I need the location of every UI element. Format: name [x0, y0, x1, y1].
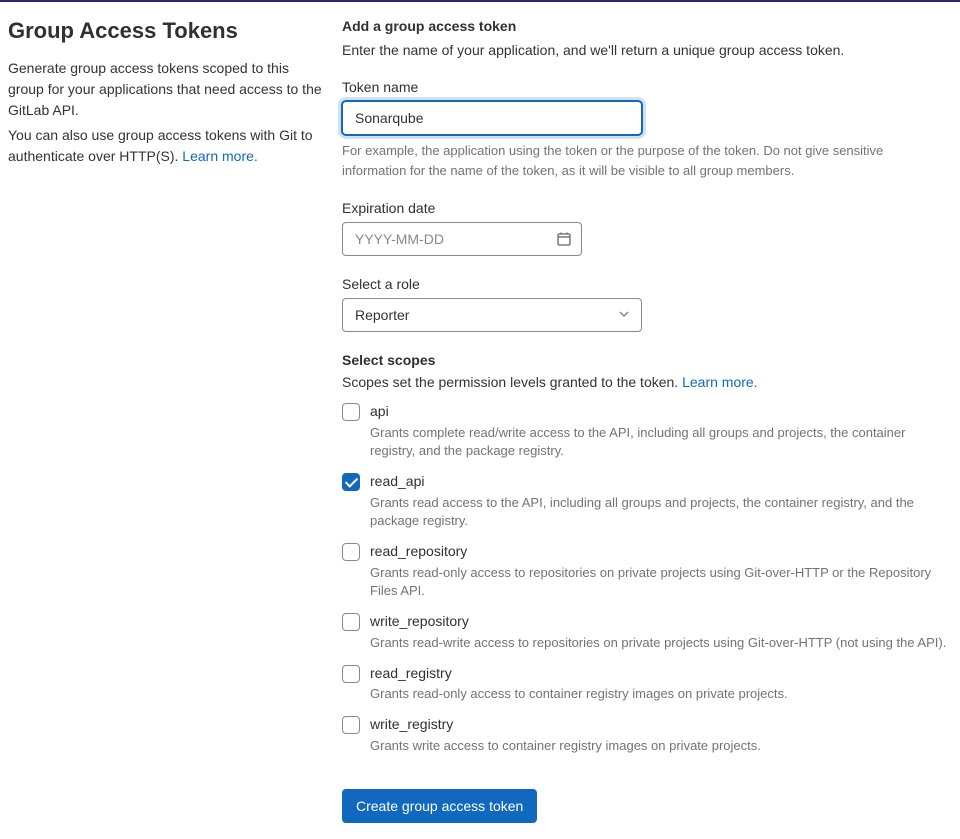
create-token-button[interactable]: Create group access token [342, 789, 537, 823]
scope-desc-read_repository: Grants read-only access to repositories … [370, 564, 948, 600]
scope-desc-write_registry: Grants write access to container registr… [370, 737, 948, 755]
token-name-label: Token name [342, 79, 948, 95]
scope-checkbox-write_registry[interactable] [342, 716, 360, 734]
intro-text-2-pre: You can also use group access tokens wit… [8, 127, 313, 164]
page-title: Group Access Tokens [8, 18, 322, 44]
scope-label-api[interactable]: api [370, 402, 948, 422]
scope-label-write_repository[interactable]: write_repository [370, 612, 948, 632]
scope-label-read_repository[interactable]: read_repository [370, 542, 948, 562]
scope-label-read_registry[interactable]: read_registry [370, 664, 948, 684]
scopes-desc: Scopes set the permission levels granted… [342, 374, 948, 390]
scope-row-read_api: read_apiGrants read access to the API, i… [342, 472, 948, 530]
expiration-input[interactable] [342, 222, 582, 256]
scope-row-read_repository: read_repositoryGrants read-only access t… [342, 542, 948, 600]
add-token-desc: Enter the name of your application, and … [342, 40, 948, 61]
scope-checkbox-read_api[interactable] [342, 473, 360, 491]
token-name-help: For example, the application using the t… [342, 141, 932, 180]
scope-desc-read_registry: Grants read-only access to container reg… [370, 685, 948, 703]
scope-row-write_repository: write_repository Grants read-write access… [342, 612, 948, 652]
scope-row-api: apiGrants complete read/write access to … [342, 402, 948, 460]
scope-row-write_registry: write_registry Grants write access to con… [342, 715, 948, 755]
add-token-title: Add a group access token [342, 18, 948, 34]
scope-desc-api: Grants complete read/write access to the… [370, 424, 948, 460]
scope-checkbox-api[interactable] [342, 403, 360, 421]
calendar-icon[interactable] [556, 231, 572, 247]
scope-checkbox-read_repository[interactable] [342, 543, 360, 561]
intro-text-2: You can also use group access tokens wit… [8, 125, 322, 167]
scope-label-write_registry[interactable]: write_registry [370, 715, 948, 735]
intro-text-1: Generate group access tokens scoped to t… [8, 58, 322, 121]
learn-more-link[interactable]: Learn more. [182, 148, 257, 164]
scope-checkbox-write_repository[interactable] [342, 613, 360, 631]
role-label: Select a role [342, 276, 948, 292]
scope-desc-read_api: Grants read access to the API, including… [370, 494, 948, 530]
scopes-title: Select scopes [342, 352, 948, 368]
scope-desc-write_repository: Grants read-write access to repositories… [370, 634, 948, 652]
expiration-label: Expiration date [342, 200, 948, 216]
scopes-desc-pre: Scopes set the permission levels granted… [342, 374, 682, 390]
scope-row-read_registry: read_registryGrants read-only access to … [342, 664, 948, 704]
token-name-input[interactable] [342, 101, 642, 135]
scopes-learn-more-link[interactable]: Learn more. [682, 374, 757, 390]
scope-checkbox-read_registry[interactable] [342, 665, 360, 683]
role-select[interactable]: Reporter [342, 298, 642, 332]
scope-label-read_api[interactable]: read_api [370, 472, 948, 492]
